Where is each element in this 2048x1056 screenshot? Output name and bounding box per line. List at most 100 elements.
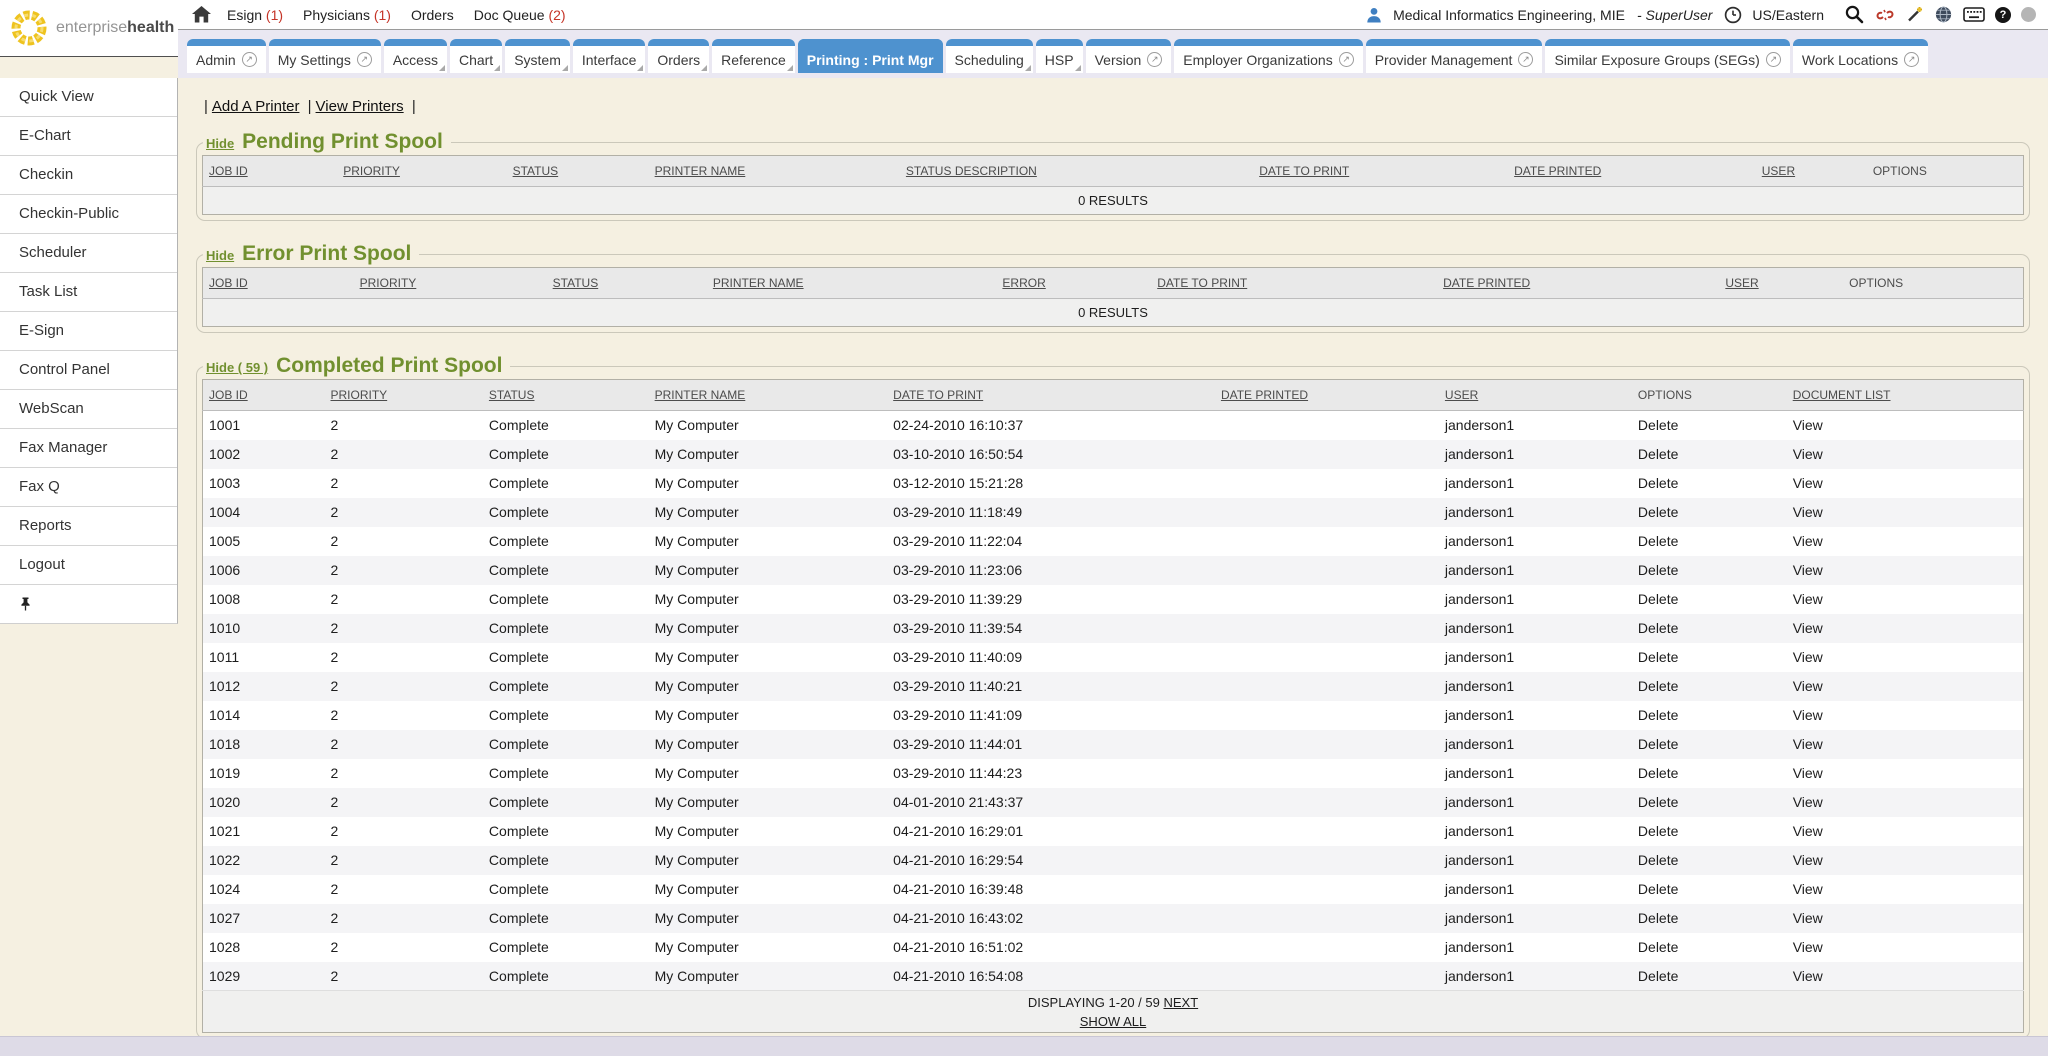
sidebar-item-task-list[interactable]: Task List bbox=[0, 273, 177, 312]
tab-admin[interactable]: Admin↗ bbox=[187, 39, 266, 73]
column-header-label[interactable]: USER bbox=[1762, 164, 1795, 178]
view-link[interactable]: View bbox=[1793, 707, 1823, 723]
wand-icon[interactable] bbox=[1905, 5, 1924, 24]
column-header-label[interactable]: PRINTER NAME bbox=[655, 164, 746, 178]
view-link[interactable]: View bbox=[1793, 591, 1823, 607]
help-icon[interactable]: ? bbox=[1995, 7, 2011, 23]
hide-pending-link[interactable]: Hide bbox=[206, 136, 234, 151]
column-header-label[interactable]: DOCUMENT LIST bbox=[1793, 388, 1891, 402]
view-link[interactable]: View bbox=[1793, 678, 1823, 694]
delete-link[interactable]: Delete bbox=[1638, 562, 1678, 578]
view-link[interactable]: View bbox=[1793, 910, 1823, 926]
next-page-link[interactable]: NEXT bbox=[1163, 995, 1198, 1010]
delete-link[interactable]: Delete bbox=[1638, 533, 1678, 549]
view-link[interactable]: View bbox=[1793, 968, 1823, 984]
view-link[interactable]: View bbox=[1793, 939, 1823, 955]
delete-link[interactable]: Delete bbox=[1638, 939, 1678, 955]
tab-reference[interactable]: Reference bbox=[712, 39, 795, 73]
view-link[interactable]: View bbox=[1793, 649, 1823, 665]
column-header-label[interactable]: PRIORITY bbox=[343, 164, 400, 178]
delete-link[interactable]: Delete bbox=[1638, 823, 1678, 839]
sidebar-item-fax-manager[interactable]: Fax Manager bbox=[0, 429, 177, 468]
sidebar-item-quick-view[interactable]: Quick View bbox=[0, 78, 177, 117]
nav-item-physicians[interactable]: Physicians (1) bbox=[303, 7, 391, 23]
column-header-label[interactable]: STATUS DESCRIPTION bbox=[906, 164, 1037, 178]
hide-completed-link[interactable]: Hide ( 59 ) bbox=[206, 360, 268, 375]
column-header-label[interactable]: PRINTER NAME bbox=[655, 388, 746, 402]
column-header-label[interactable]: PRINTER NAME bbox=[713, 276, 804, 290]
tab-chart[interactable]: Chart bbox=[450, 39, 502, 73]
view-link[interactable]: View bbox=[1793, 533, 1823, 549]
tab-scheduling[interactable]: Scheduling bbox=[946, 39, 1033, 73]
column-header-label[interactable]: ERROR bbox=[1002, 276, 1045, 290]
column-header-label[interactable]: STATUS bbox=[489, 388, 535, 402]
view-link[interactable]: View bbox=[1793, 736, 1823, 752]
tab-printing-print-mgr[interactable]: Printing : Print Mgr bbox=[798, 39, 943, 73]
delete-link[interactable]: Delete bbox=[1638, 707, 1678, 723]
column-header-label[interactable]: JOB ID bbox=[209, 388, 248, 402]
column-header-label[interactable]: STATUS bbox=[513, 164, 559, 178]
sidebar-item-control-panel[interactable]: Control Panel bbox=[0, 351, 177, 390]
sidebar-item-checkin-public[interactable]: Checkin-Public bbox=[0, 195, 177, 234]
column-header-label[interactable]: DATE TO PRINT bbox=[1157, 276, 1247, 290]
column-header-label[interactable]: USER bbox=[1725, 276, 1758, 290]
tab-employer-organizations[interactable]: Employer Organizations↗ bbox=[1174, 39, 1362, 73]
delete-link[interactable]: Delete bbox=[1638, 475, 1678, 491]
delete-link[interactable]: Delete bbox=[1638, 910, 1678, 926]
delete-link[interactable]: Delete bbox=[1638, 678, 1678, 694]
column-header-label[interactable]: PRIORITY bbox=[360, 276, 417, 290]
delete-link[interactable]: Delete bbox=[1638, 968, 1678, 984]
nav-item-orders[interactable]: Orders bbox=[411, 7, 454, 23]
tab-system[interactable]: System bbox=[505, 39, 570, 73]
column-header-label[interactable]: DATE PRINTED bbox=[1514, 164, 1601, 178]
globe-icon[interactable] bbox=[1934, 5, 1953, 24]
view-printers-link[interactable]: View Printers bbox=[316, 98, 404, 115]
view-link[interactable]: View bbox=[1793, 881, 1823, 897]
delete-link[interactable]: Delete bbox=[1638, 620, 1678, 636]
delete-link[interactable]: Delete bbox=[1638, 881, 1678, 897]
sidebar-item-scheduler[interactable]: Scheduler bbox=[0, 234, 177, 273]
view-link[interactable]: View bbox=[1793, 852, 1823, 868]
delete-link[interactable]: Delete bbox=[1638, 649, 1678, 665]
tab-provider-management[interactable]: Provider Management↗ bbox=[1366, 39, 1543, 73]
keyboard-icon[interactable] bbox=[1963, 7, 1985, 22]
view-link[interactable]: View bbox=[1793, 620, 1823, 636]
view-link[interactable]: View bbox=[1793, 446, 1823, 462]
view-link[interactable]: View bbox=[1793, 765, 1823, 781]
sidebar-item-e-sign[interactable]: E-Sign bbox=[0, 312, 177, 351]
nav-item-esign[interactable]: Esign (1) bbox=[227, 7, 283, 23]
delete-link[interactable]: Delete bbox=[1638, 794, 1678, 810]
delete-link[interactable]: Delete bbox=[1638, 417, 1678, 433]
column-header-label[interactable]: JOB ID bbox=[209, 164, 248, 178]
column-header-label[interactable]: DATE TO PRINT bbox=[893, 388, 983, 402]
view-link[interactable]: View bbox=[1793, 504, 1823, 520]
tab-hsp[interactable]: HSP bbox=[1036, 39, 1083, 73]
column-header-label[interactable]: PRIORITY bbox=[331, 388, 388, 402]
column-header-label[interactable]: DATE PRINTED bbox=[1443, 276, 1530, 290]
home-icon[interactable] bbox=[192, 6, 211, 23]
search-icon[interactable] bbox=[1844, 4, 1865, 25]
column-header-label[interactable]: DATE TO PRINT bbox=[1259, 164, 1349, 178]
tab-version[interactable]: Version↗ bbox=[1086, 39, 1172, 73]
pin-sidebar-button[interactable] bbox=[0, 585, 177, 623]
hide-error-link[interactable]: Hide bbox=[206, 248, 234, 263]
delete-link[interactable]: Delete bbox=[1638, 765, 1678, 781]
tab-access[interactable]: Access bbox=[384, 39, 447, 73]
view-link[interactable]: View bbox=[1793, 823, 1823, 839]
sidebar-item-e-chart[interactable]: E-Chart bbox=[0, 117, 177, 156]
column-header-label[interactable]: DATE PRINTED bbox=[1221, 388, 1308, 402]
view-link[interactable]: View bbox=[1793, 417, 1823, 433]
delete-link[interactable]: Delete bbox=[1638, 446, 1678, 462]
tab-orders[interactable]: Orders bbox=[648, 39, 709, 73]
sidebar-item-webscan[interactable]: WebScan bbox=[0, 390, 177, 429]
nav-item-doc-queue[interactable]: Doc Queue (2) bbox=[474, 7, 566, 23]
delete-link[interactable]: Delete bbox=[1638, 591, 1678, 607]
tab-similar-exposure-groups-segs[interactable]: Similar Exposure Groups (SEGs)↗ bbox=[1545, 39, 1789, 73]
view-link[interactable]: View bbox=[1793, 562, 1823, 578]
sidebar-item-fax-q[interactable]: Fax Q bbox=[0, 468, 177, 507]
show-all-link[interactable]: SHOW ALL bbox=[1080, 1014, 1146, 1029]
sidebar-item-reports[interactable]: Reports bbox=[0, 507, 177, 546]
view-link[interactable]: View bbox=[1793, 475, 1823, 491]
tab-work-locations[interactable]: Work Locations↗ bbox=[1793, 39, 1928, 73]
sidebar-item-checkin[interactable]: Checkin bbox=[0, 156, 177, 195]
